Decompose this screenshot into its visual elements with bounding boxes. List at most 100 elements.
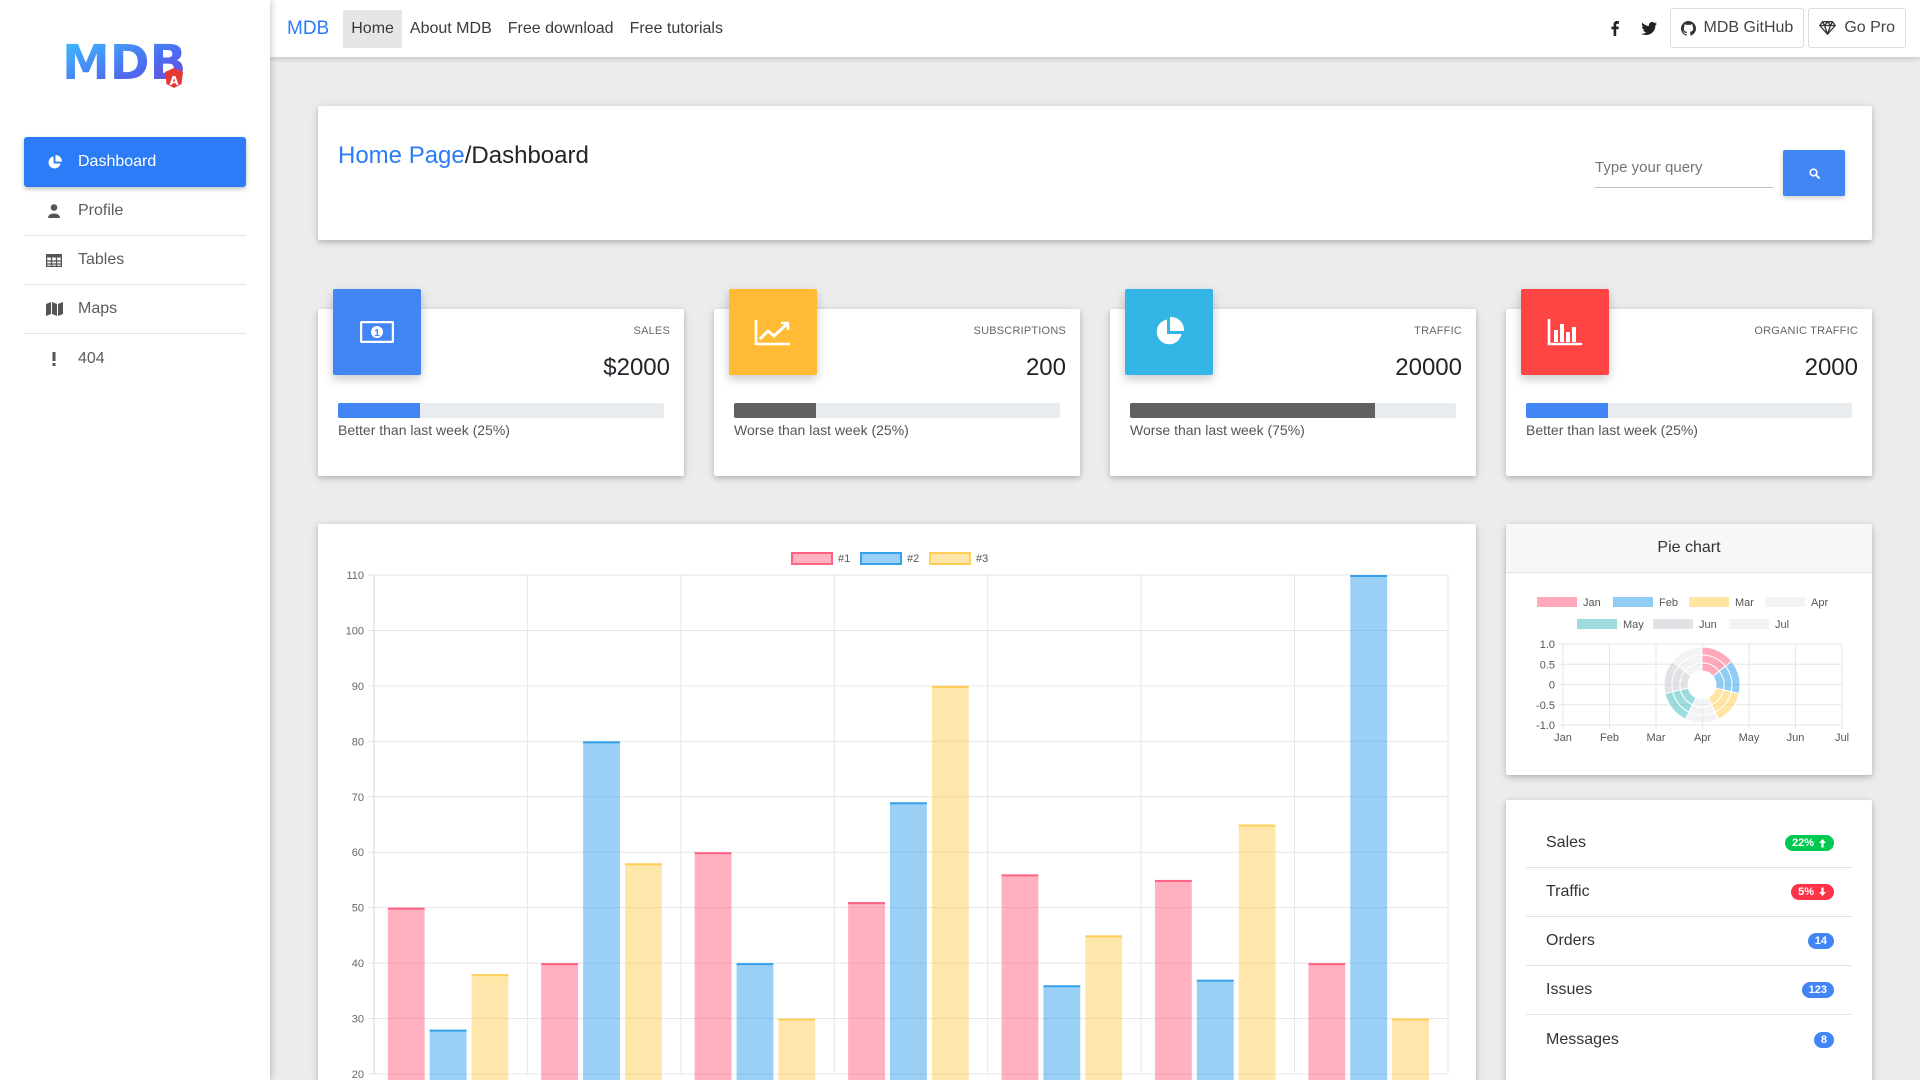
legend-swatch[interactable] — [1689, 597, 1729, 607]
logo-badge: A — [169, 74, 179, 88]
bar-top-border — [1350, 575, 1388, 577]
search-button[interactable] — [1783, 150, 1845, 196]
legend-swatch[interactable] — [1577, 619, 1617, 629]
pie-chart-icon — [1156, 316, 1185, 345]
stat-progress-fill — [1130, 403, 1375, 418]
sidebar-item-label: Profile — [78, 202, 124, 219]
list-item-issues[interactable]: Issues 123 — [1526, 966, 1852, 1015]
bar-top-border — [1154, 879, 1192, 882]
sidebar-item-profile[interactable]: Profile — [24, 187, 246, 236]
list-item-traffic[interactable]: Traffic 5% — [1526, 868, 1852, 917]
status-badge: 8 — [1813, 1031, 1834, 1048]
nav-link-tutorials[interactable]: Free tutorials — [622, 10, 731, 48]
y-tick-label: 0.5 — [1540, 659, 1555, 671]
twitter-icon[interactable] — [1632, 9, 1666, 47]
bar[interactable] — [889, 802, 927, 1080]
bar[interactable] — [1392, 1018, 1429, 1080]
stat-progress-fill — [734, 403, 816, 418]
bar[interactable] — [541, 963, 579, 1080]
bar[interactable] — [1196, 979, 1234, 1080]
list-item-label: Messages — [1546, 1030, 1619, 1048]
sidebar-item-maps[interactable]: Maps — [24, 285, 246, 334]
bar[interactable] — [848, 902, 885, 1080]
go-pro-button[interactable]: Go Pro — [1808, 8, 1906, 48]
top-navbar: MDB Home About MDB Free download Free tu… — [270, 0, 1920, 57]
pie-chart-title: Pie chart — [1506, 524, 1872, 573]
search-input[interactable] — [1595, 148, 1773, 188]
status-badge: 5% — [1791, 884, 1834, 900]
stat-card-sales: 1 SALES $2000 Better than last week (25%… — [318, 289, 684, 476]
bar[interactable] — [1043, 985, 1081, 1080]
x-tick-label: May — [1739, 732, 1760, 744]
legend-label: Jun — [1699, 619, 1717, 631]
legend-label: Apr — [1811, 597, 1828, 609]
status-badge: 123 — [1801, 982, 1834, 998]
github-button[interactable]: MDB GitHub — [1669, 8, 1805, 48]
bar[interactable] — [1154, 879, 1192, 1080]
legend-label: Jan — [1583, 597, 1601, 609]
sidebar-menu: Dashboard Profile Tables Maps 404 — [24, 137, 246, 383]
go-pro-button-label: Go Pro — [1844, 19, 1895, 36]
bar[interactable] — [429, 1029, 467, 1080]
arrow-up-icon — [1819, 839, 1826, 848]
sidebar-item-404[interactable]: 404 — [24, 334, 246, 383]
diamond-icon — [1819, 21, 1837, 35]
mdb-logo[interactable]: MDB A — [62, 35, 192, 91]
x-tick-label: Feb — [1600, 732, 1619, 744]
bar[interactable] — [1308, 963, 1346, 1080]
bar[interactable] — [1085, 935, 1123, 1080]
legend-swatch[interactable] — [791, 552, 833, 565]
bar[interactable] — [387, 907, 425, 1080]
list-item-sales[interactable]: Sales 22% — [1526, 819, 1852, 868]
legend-swatch[interactable] — [929, 552, 971, 565]
bar[interactable] — [1350, 575, 1388, 1080]
bar[interactable] — [1238, 824, 1276, 1080]
y-tick-label: -0.5 — [1536, 700, 1555, 712]
bar[interactable] — [583, 741, 620, 1080]
bar[interactable] — [694, 852, 732, 1080]
badge-text: 8 — [1820, 1033, 1827, 1046]
legend-label: Feb — [1659, 597, 1678, 609]
facebook-icon[interactable] — [1598, 9, 1632, 47]
legend-swatch[interactable] — [1653, 619, 1693, 629]
bar[interactable] — [778, 1018, 816, 1080]
status-list-card: Sales 22% Traffic 5% Orders 14 Issues 12… — [1506, 800, 1872, 1080]
legend-swatch[interactable] — [1537, 597, 1577, 607]
y-tick-label: 110 — [346, 570, 364, 582]
breadcrumb-link-home[interactable]: Home Page — [338, 142, 465, 169]
badge-text: 123 — [1808, 984, 1827, 996]
sidebar-item-dashboard[interactable]: Dashboard — [24, 137, 246, 187]
legend-label: Mar — [1735, 597, 1754, 609]
nav-link-home[interactable]: Home — [343, 9, 402, 48]
legend-swatch[interactable] — [860, 552, 902, 565]
bar[interactable] — [736, 963, 774, 1080]
nav-link-about[interactable]: About MDB — [402, 10, 500, 48]
legend-label: #1 — [838, 553, 850, 565]
pie-chart-card: Pie chart Jan Feb Mar Apr May Jun Jul 1.0 0.5 0 -0… — [1506, 524, 1872, 775]
stat-label: TRAFFIC — [1414, 325, 1462, 337]
navbar-brand[interactable]: MDB — [287, 18, 329, 40]
stat-progress-bar — [1526, 403, 1852, 418]
legend-swatch[interactable] — [1729, 619, 1769, 629]
bar-chart: #1 #2 #3 20 30 40 50 60 70 80 90 100 110 — [346, 552, 1449, 1080]
stat-value: 20000 — [1395, 354, 1462, 381]
bar-top-border — [1085, 935, 1123, 938]
bar-top-border — [694, 852, 732, 855]
bar[interactable] — [1001, 874, 1039, 1080]
bar[interactable] — [931, 685, 969, 1080]
legend-label: #2 — [907, 553, 919, 565]
legend-swatch[interactable] — [1765, 597, 1805, 607]
badge-text: 14 — [1814, 935, 1827, 947]
sidebar-item-tables[interactable]: Tables — [24, 236, 246, 285]
bar[interactable] — [471, 974, 509, 1080]
list-item-orders[interactable]: Orders 14 — [1526, 917, 1852, 966]
list-item-messages[interactable]: Messages 8 — [1526, 1015, 1852, 1064]
stat-note: Better than last week (25%) — [338, 422, 510, 438]
nav-link-download[interactable]: Free download — [500, 10, 622, 48]
bar[interactable] — [625, 863, 662, 1080]
y-tick-label: 80 — [352, 736, 364, 748]
bar-top-border — [889, 802, 927, 805]
bar-top-border — [736, 963, 774, 966]
breadcrumb-current: Dashboard — [471, 142, 589, 169]
legend-swatch[interactable] — [1613, 597, 1653, 607]
